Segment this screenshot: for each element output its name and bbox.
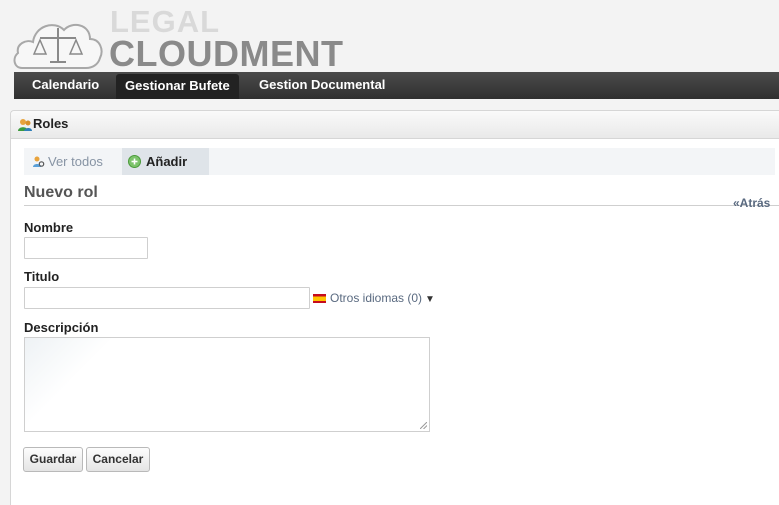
nav-item-calendario[interactable]: Calendario <box>23 72 108 99</box>
nav-item-gestionar-bufete[interactable]: Gestionar Bufete <box>116 74 239 99</box>
otros-idiomas-dropdown[interactable]: Otros idiomas (0) ▼ <box>313 291 435 307</box>
titulo-label: Titulo <box>24 269 60 284</box>
nav-item-gestion-documental[interactable]: Gestion Documental <box>250 72 394 99</box>
cancelar-button[interactable]: Cancelar <box>86 447 150 472</box>
legal-cloudment-logo-icon <box>13 23 103 69</box>
descripcion-textarea[interactable] <box>24 337 430 432</box>
app-header: LEGAL CLOUDMENT <box>0 0 779 72</box>
content-panel: Roles Ver todos Añadir Nuevo rol «Atrás … <box>10 110 779 505</box>
resize-grip-icon[interactable] <box>420 422 427 429</box>
tab-ver-todos-label: Ver todos <box>48 154 103 169</box>
nombre-input[interactable] <box>24 237 148 259</box>
tab-anadir-label: Añadir <box>146 154 188 169</box>
back-link[interactable]: «Atrás <box>733 196 770 210</box>
tab-anadir[interactable]: Añadir <box>122 148 209 175</box>
logo-text-cloudment: CLOUDMENT <box>109 33 344 74</box>
user-search-icon <box>33 156 45 167</box>
panel-title: Roles <box>33 116 69 131</box>
section-title: Nuevo rol <box>24 184 98 201</box>
guardar-button[interactable]: Guardar <box>23 447 83 472</box>
tab-ver-todos[interactable]: Ver todos <box>30 148 103 175</box>
panel-header: Roles <box>11 111 779 139</box>
titulo-input[interactable] <box>24 287 310 309</box>
nombre-label: Nombre <box>24 220 74 235</box>
descripcion-label: Descripción <box>24 320 99 335</box>
spain-flag-icon <box>313 294 326 303</box>
section-divider <box>24 205 779 206</box>
caret-down-icon: ▼ <box>425 294 435 305</box>
users-icon <box>18 119 32 131</box>
plus-circle-icon <box>128 155 141 168</box>
main-nav: Calendario Gestionar Bufete Gestion Docu… <box>14 72 779 99</box>
tab-bar: Ver todos Añadir <box>24 148 775 175</box>
otros-idiomas-label: Otros idiomas (0) <box>330 291 423 305</box>
